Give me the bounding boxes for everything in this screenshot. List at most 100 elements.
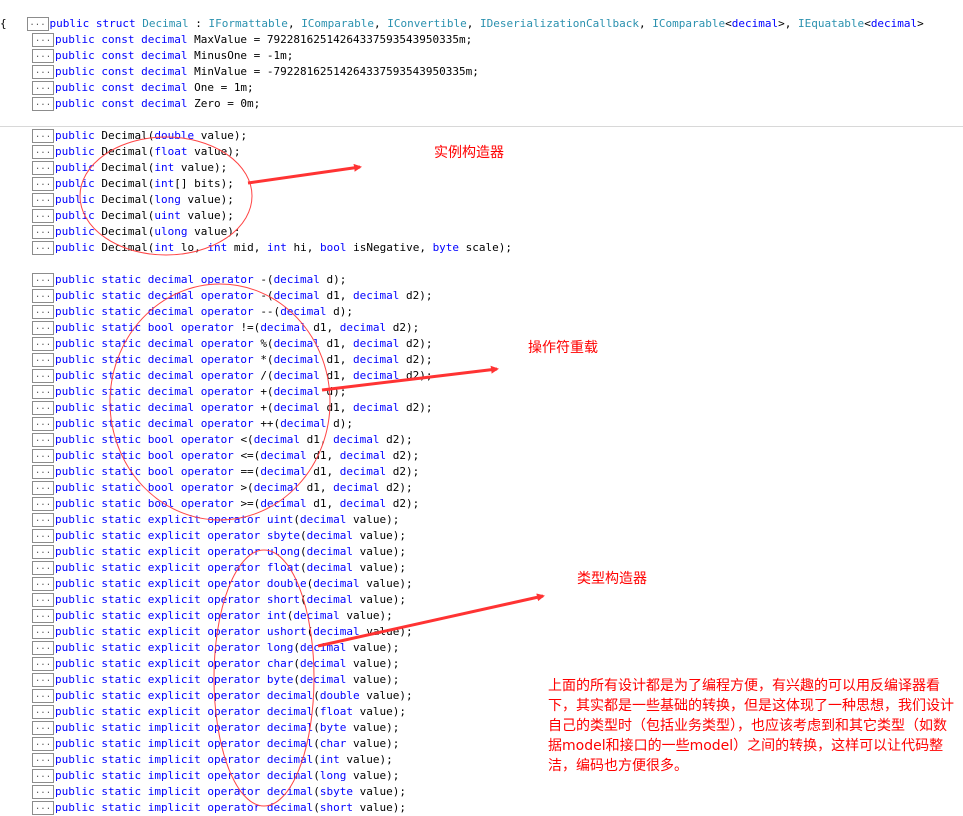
collapse-expander[interactable]: ...	[32, 545, 54, 559]
code-token: Decimal(	[101, 209, 155, 222]
member-line: ... public static decimal operator *(deci…	[32, 352, 433, 368]
collapse-expander[interactable]: ...	[32, 337, 54, 351]
member-line: ... public static explicit operator ushor…	[32, 624, 413, 640]
collapse-expander[interactable]: ...	[32, 145, 54, 159]
code-token: Decimal(	[101, 145, 155, 158]
collapse-expander[interactable]: ...	[32, 433, 54, 447]
collapse-expander[interactable]: ...	[32, 305, 54, 319]
code-token: ,	[466, 17, 481, 30]
code-token: value);	[187, 145, 241, 158]
collapse-expander[interactable]: ...	[32, 577, 54, 591]
collapse-expander[interactable]: ...	[32, 497, 54, 511]
collapse-expander[interactable]: ...	[32, 193, 54, 207]
code-token: d);	[326, 305, 354, 318]
collapse-expander[interactable]: ...	[32, 465, 54, 479]
collapse-expander[interactable]: ...	[32, 689, 54, 703]
collapse-expander[interactable]: ...	[32, 481, 54, 495]
code-token: (	[300, 529, 307, 542]
code-token: scale);	[459, 241, 513, 254]
code-token: hi,	[286, 241, 320, 254]
collapse-expander[interactable]: ...	[32, 721, 54, 735]
code-token: public static implicit operator	[55, 737, 267, 750]
member-line: ... public Decimal(ulong value);	[32, 224, 240, 240]
collapse-expander[interactable]: ...	[32, 209, 54, 223]
code-token: One = 1m;	[194, 81, 254, 94]
code-token: decimal	[300, 673, 347, 686]
code-token: public static explicit operator	[55, 513, 267, 526]
collapse-expander[interactable]: ...	[32, 49, 54, 63]
code-token: double	[154, 129, 195, 142]
member-line: ... public Decimal(long value);	[32, 192, 234, 208]
member-line: ... public static explicit operator uint(…	[32, 512, 399, 528]
collapse-expander[interactable]: ...	[32, 529, 54, 543]
code-token: >=(	[240, 497, 261, 510]
collapse-expander[interactable]: ...	[32, 385, 54, 399]
code-token: byte	[319, 721, 347, 734]
collapse-expander[interactable]: ...	[32, 161, 54, 175]
collapse-expander[interactable]: ...	[32, 705, 54, 719]
code-token: decimal	[273, 337, 320, 350]
collapse-expander[interactable]: ...	[32, 273, 54, 287]
code-token: decimal	[306, 593, 354, 606]
collapse-expander[interactable]: ...	[32, 417, 54, 431]
member-line: ... public static decimal operator -(deci…	[32, 272, 346, 288]
collapse-expander[interactable]: ...	[32, 769, 54, 783]
code-token: (	[313, 769, 320, 782]
struct-declaration-line: ... public struct Decimal : IFormattable,…	[0, 0, 924, 31]
collapse-expander[interactable]: ...	[32, 609, 54, 623]
collapse-expander[interactable]: ...	[32, 321, 54, 335]
code-token: public const decimal	[55, 81, 195, 94]
code-token: ulong	[154, 225, 188, 238]
collapse-expander[interactable]: ...	[32, 673, 54, 687]
collapse-expander[interactable]: ...	[32, 513, 54, 527]
code-token: public static decimal operator	[55, 417, 261, 430]
collapse-expander[interactable]: ...	[32, 353, 54, 367]
member-line: ... public static bool operator >(decimal…	[32, 480, 413, 496]
collapse-expander[interactable]: ...	[32, 81, 54, 95]
collapse-expander[interactable]: ...	[32, 449, 54, 463]
code-token: public const decimal	[55, 49, 195, 62]
code-token: short	[266, 593, 301, 606]
code-token: decimal	[353, 401, 400, 414]
collapse-expander[interactable]: ...	[32, 561, 54, 575]
collapse-expander[interactable]: ...	[32, 177, 54, 191]
code-token: int	[154, 177, 175, 190]
collapse-expander[interactable]: ...	[32, 289, 54, 303]
member-line: ... public const decimal MinusOne = -1m;	[32, 48, 293, 64]
collapse-expander[interactable]: ...	[32, 65, 54, 79]
collapse-expander[interactable]: ...	[32, 225, 54, 239]
collapse-expander[interactable]: ...	[32, 33, 54, 47]
member-line: ... public static bool operator !=(decima…	[32, 320, 419, 336]
code-token: public static implicit operator	[55, 801, 267, 814]
collapse-expander[interactable]: ...	[26, 17, 49, 31]
collapse-expander[interactable]: ...	[32, 641, 54, 655]
code-token: value);	[346, 673, 400, 686]
code-token: >(	[240, 481, 254, 494]
operators-annotation: 操作符重载	[528, 340, 598, 356]
collapse-expander[interactable]: ...	[32, 785, 54, 799]
code-token: d2);	[379, 481, 413, 494]
collapse-expander[interactable]: ...	[32, 737, 54, 751]
collapse-expander[interactable]: ...	[32, 97, 54, 111]
collapse-expander[interactable]: ...	[32, 593, 54, 607]
code-token: IFormattable	[208, 17, 288, 30]
collapse-expander[interactable]: ...	[32, 129, 54, 143]
code-token: d1,	[306, 321, 340, 334]
collapse-expander[interactable]: ...	[32, 753, 54, 767]
collapse-expander[interactable]: ...	[32, 369, 54, 383]
collapse-expander[interactable]: ...	[32, 241, 54, 255]
collapse-expander[interactable]: ...	[32, 625, 54, 639]
code-token: (	[313, 801, 320, 814]
conversions-annotation: 类型构造器	[577, 571, 647, 587]
collapse-expander[interactable]: ...	[32, 401, 54, 415]
code-token: MinValue = -7922816251426433759354395033…	[194, 65, 479, 78]
code-token: value);	[180, 209, 234, 222]
code-token: public static decimal operator	[55, 369, 261, 382]
code-token: value);	[353, 705, 407, 718]
code-token: public	[55, 161, 102, 174]
member-line: ... public static explicit operator long(…	[32, 640, 399, 656]
code-token: public static explicit operator	[55, 545, 267, 558]
collapse-expander[interactable]: ...	[32, 801, 54, 815]
collapse-expander[interactable]: ...	[32, 657, 54, 671]
opening-brace: {	[0, 17, 7, 30]
